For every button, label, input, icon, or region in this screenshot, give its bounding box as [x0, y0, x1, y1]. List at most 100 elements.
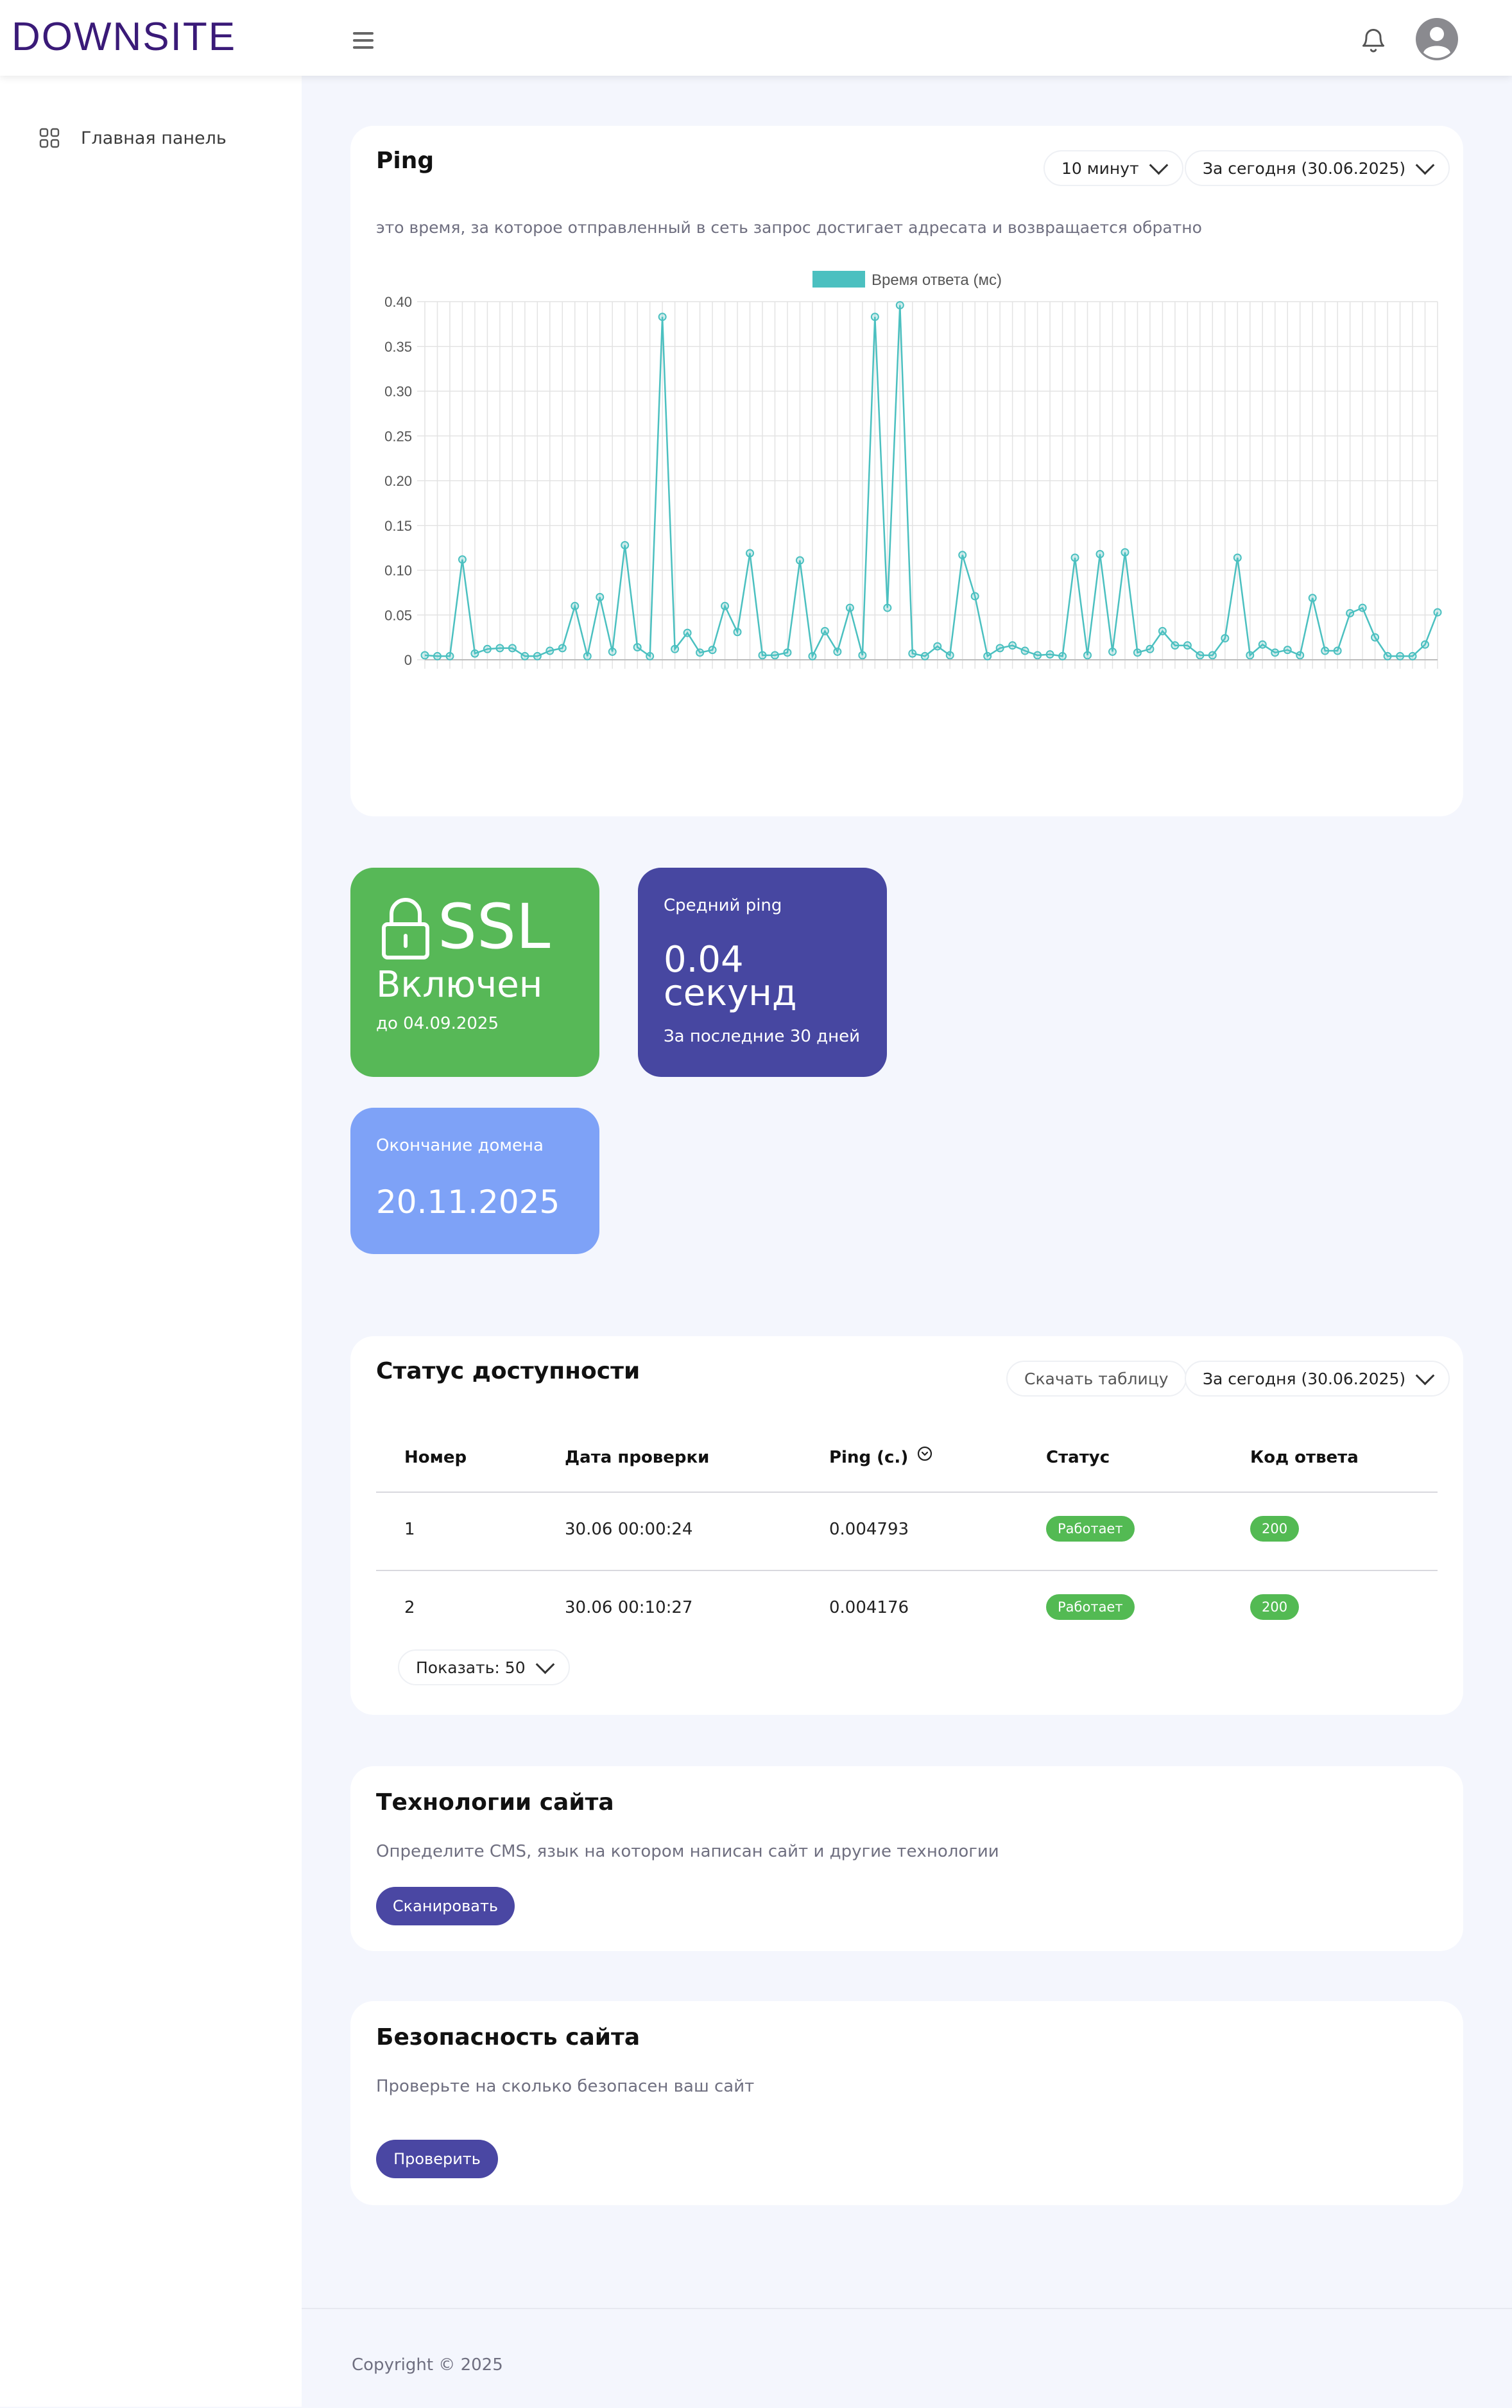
- data-point: [858, 651, 867, 660]
- data-point: [621, 540, 630, 549]
- ping-chart: Время ответа (мс) 0 0.05 0.10 0.15 0.20 0.25 0…: [384, 271, 1442, 669]
- data-point: [658, 313, 667, 322]
- data-point: [1095, 549, 1104, 558]
- code-badge: 200: [1250, 1594, 1300, 1620]
- data-point: [1033, 651, 1042, 660]
- status-badge: Работает: [1046, 1516, 1135, 1542]
- data-point: [470, 649, 479, 658]
- data-point: [1008, 641, 1017, 650]
- status-period-dropdown[interactable]: За сегодня (30.06.2025): [1185, 1361, 1450, 1397]
- table-row: 2 30.06 00:10:27 0.004176 Работает 200: [376, 1571, 1438, 1648]
- lock-icon: [382, 898, 429, 959]
- data-point: [945, 651, 954, 660]
- legend-label: Время ответа (мс): [872, 271, 1002, 289]
- data-point: [583, 651, 592, 660]
- data-point: [520, 651, 529, 660]
- chevron-down-icon: [1415, 1366, 1435, 1385]
- data-point: [596, 592, 605, 601]
- table-header: Номер Дата проверки Ping (c.) Статус Код…: [376, 1439, 1438, 1493]
- logo[interactable]: DOWNSITE: [12, 14, 236, 60]
- data-point: [546, 646, 554, 655]
- data-point: [1346, 608, 1355, 617]
- data-point: [646, 651, 655, 660]
- data-point: [1396, 651, 1405, 660]
- data-point: [558, 644, 567, 653]
- interval-value: 10 минут: [1061, 159, 1139, 178]
- chevron-down-icon: [535, 1655, 554, 1674]
- status-table: Номер Дата проверки Ping (c.) Статус Код…: [376, 1439, 1438, 1648]
- chevron-down-icon: [1149, 155, 1168, 175]
- data-point: [1271, 648, 1280, 657]
- data-point: [1133, 648, 1142, 657]
- interval-dropdown[interactable]: 10 минут: [1044, 150, 1183, 186]
- ping-card: Ping 10 минут За сегодня (30.06.2025) эт…: [350, 126, 1463, 816]
- data-point: [845, 603, 854, 612]
- avg-ping-tile: Средний ping 0.04 секунд За последние 30…: [638, 868, 887, 1077]
- data-point: [920, 651, 929, 660]
- check-button[interactable]: Проверить: [376, 2140, 498, 2178]
- data-point: [445, 651, 454, 660]
- domain-date: 20.11.2025: [376, 1183, 560, 1221]
- user-avatar-icon[interactable]: [1416, 18, 1458, 60]
- tech-title: Технологии сайта: [376, 1789, 614, 1816]
- data-point: [696, 648, 705, 657]
- code-badge: 200: [1250, 1516, 1300, 1542]
- grid-icon: [39, 128, 60, 148]
- status-period-value: За сегодня (30.06.2025): [1203, 1369, 1406, 1388]
- data-point: [795, 556, 804, 565]
- data-point: [1020, 646, 1029, 655]
- data-point: [508, 644, 517, 653]
- data-point: [1083, 651, 1092, 660]
- sort-arrow-icon[interactable]: [916, 1445, 933, 1462]
- data-point: [908, 649, 917, 658]
- page-size-value: Показать: 50: [416, 1658, 526, 1677]
- bell-icon[interactable]: [1359, 26, 1387, 55]
- data-point: [970, 592, 979, 601]
- sidebar-item-label: Главная панель: [81, 128, 227, 148]
- col-code: Код ответа: [1250, 1448, 1359, 1467]
- data-point: [1221, 634, 1230, 643]
- security-card: Безопасность сайта Проверьте на сколько …: [350, 2001, 1463, 2205]
- data-point: [1045, 650, 1054, 659]
- hamburger-icon[interactable]: [353, 32, 374, 49]
- data-point: [1358, 603, 1367, 612]
- ssl-title: SSL: [438, 891, 551, 963]
- y-tick-label: 0.15: [384, 518, 412, 534]
- ping-description: это время, за которое отправленный в сет…: [376, 218, 1202, 237]
- ping-period-dropdown[interactable]: За сегодня (30.06.2025): [1185, 150, 1450, 186]
- avg-ping-label: Средний ping: [664, 896, 782, 915]
- data-point: [983, 651, 992, 660]
- download-table-button[interactable]: Скачать таблицу: [1006, 1361, 1187, 1397]
- data-point: [683, 628, 692, 637]
- col-ping[interactable]: Ping (c.): [829, 1448, 908, 1467]
- data-point: [758, 651, 767, 660]
- copyright: Copyright © 2025: [352, 2355, 503, 2375]
- scan-button[interactable]: Сканировать: [376, 1887, 515, 1925]
- data-point: [721, 601, 730, 610]
- avg-ping-note: За последние 30 дней: [664, 1027, 861, 1046]
- ping-period-value: За сегодня (30.06.2025): [1203, 159, 1406, 178]
- data-point: [533, 651, 542, 660]
- y-tick-label: 0.05: [384, 607, 412, 623]
- data-point: [995, 644, 1004, 653]
- data-point: [770, 651, 779, 660]
- data-point: [1421, 640, 1430, 649]
- y-tick-label: 0.35: [384, 339, 412, 355]
- data-point: [883, 603, 892, 612]
- data-point: [1196, 651, 1205, 660]
- avg-ping-unit: секунд: [664, 972, 797, 1014]
- data-point: [1296, 651, 1305, 660]
- status-title: Статус доступности: [376, 1358, 640, 1384]
- data-point: [1171, 641, 1180, 650]
- data-point: [1283, 646, 1292, 655]
- data-point: [1183, 641, 1192, 650]
- data-point: [958, 551, 967, 560]
- footer: Copyright © 2025: [302, 2308, 1512, 2408]
- data-point: [571, 601, 580, 610]
- cell-ping: 0.004176: [829, 1598, 909, 1617]
- data-point: [1333, 646, 1342, 655]
- sidebar-item-dashboard[interactable]: Главная панель: [39, 127, 227, 149]
- data-point: [833, 647, 842, 656]
- page-size-dropdown[interactable]: Показать: 50: [398, 1649, 570, 1685]
- data-point: [433, 651, 442, 660]
